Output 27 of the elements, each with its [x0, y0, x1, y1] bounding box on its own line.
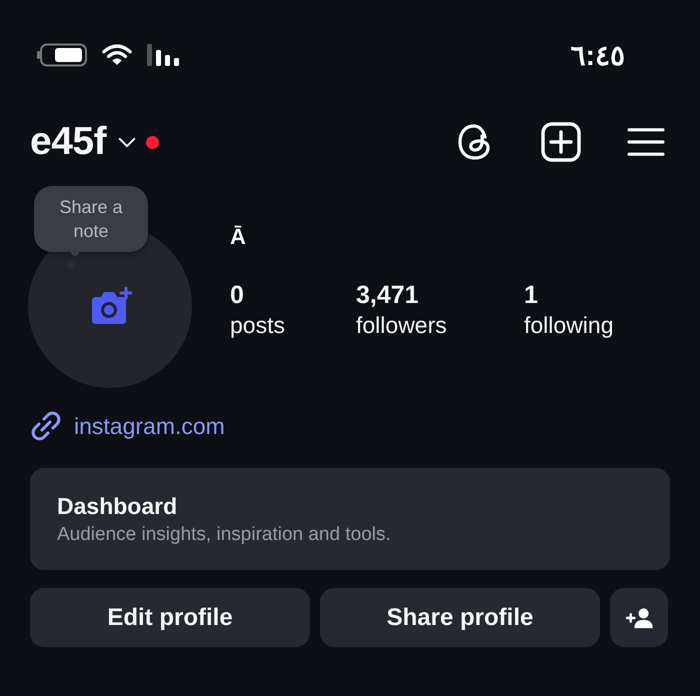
- profile-name: Ā: [230, 224, 247, 251]
- stat-label: posts: [230, 311, 286, 340]
- note-tooltip[interactable]: Share a note: [34, 186, 148, 252]
- share-profile-button[interactable]: Share profile: [320, 588, 600, 647]
- stat-value: 1: [524, 280, 539, 310]
- notification-dot-icon: [146, 136, 160, 148]
- stat-value: 0: [230, 280, 245, 310]
- status-time: ٦:٤٥: [570, 38, 625, 72]
- chevron-down-icon[interactable]: [118, 136, 136, 148]
- signal-icon: [146, 43, 182, 67]
- battery-icon: [36, 43, 88, 67]
- wifi-icon: [102, 44, 132, 66]
- link-icon: [30, 410, 62, 442]
- profile-link[interactable]: instagram.com: [74, 412, 225, 440]
- stat-label: following: [524, 311, 614, 340]
- menu-icon[interactable]: [627, 127, 665, 157]
- edit-profile-button[interactable]: Edit profile: [30, 588, 310, 647]
- dashboard-subtitle: Audience insights, inspiration and tools.: [57, 524, 392, 546]
- dashboard-title: Dashboard: [57, 492, 178, 520]
- username[interactable]: e45f: [30, 120, 106, 164]
- person-plus-icon: [625, 606, 653, 628]
- note-text: Share a note: [58, 196, 124, 243]
- add-icon[interactable]: [541, 122, 581, 162]
- stat-value: 3,471: [356, 280, 420, 310]
- stat-label: followers: [356, 311, 448, 340]
- dashboard-card[interactable]: Dashboard Audience insights, inspiration and tools.: [30, 468, 670, 570]
- add-person-button[interactable]: [610, 588, 668, 647]
